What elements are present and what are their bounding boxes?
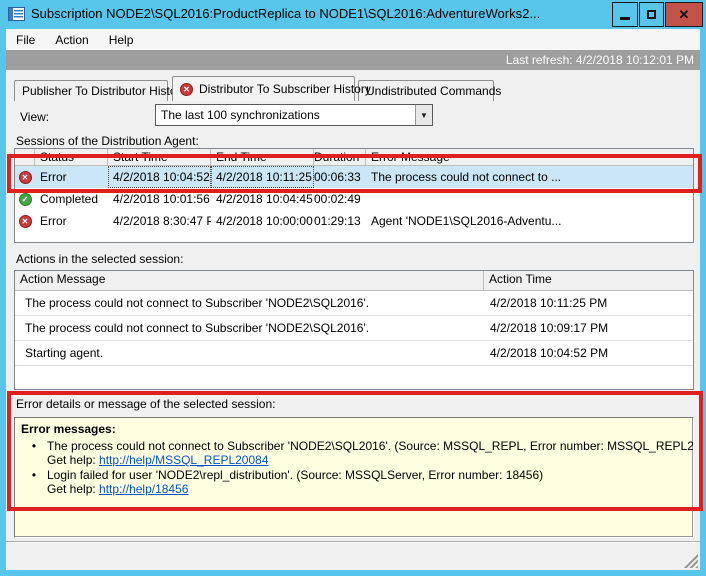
menu-file[interactable]: File — [6, 29, 45, 50]
error-message-text: Login failed for user 'NODE2\repl_distri… — [47, 468, 687, 482]
error-messages-heading: Error messages: — [21, 422, 687, 436]
action-time-cell: 4/2/2018 10:04:52 PM — [484, 346, 693, 360]
completed-icon — [19, 193, 32, 206]
content-area: Publisher To Distributor History Distrib… — [6, 70, 700, 570]
status-bar — [6, 543, 700, 570]
column-header-action-message[interactable]: Action Message — [15, 271, 484, 291]
menu-help[interactable]: Help — [99, 29, 144, 50]
close-button[interactable] — [665, 2, 703, 27]
column-header-status[interactable]: Status — [35, 149, 108, 166]
table-row[interactable]: Completed 4/2/2018 10:01:56 PM 4/2/2018 … — [15, 188, 693, 210]
bullet-icon — [21, 439, 47, 467]
table-row[interactable]: Starting agent. 4/2/2018 10:04:52 PM — [15, 341, 693, 366]
tab-label: Distributor To Subscriber History — [199, 82, 371, 96]
error-message-text: The process could not connect to Subscri… — [47, 439, 694, 453]
subscription-window: Subscription NODE2\SQL2016:ProductReplic… — [0, 0, 706, 576]
actions-header-row: Action Message Action Time — [15, 271, 693, 291]
maximize-icon — [647, 10, 656, 19]
bullet-icon — [21, 468, 47, 496]
status-cell-icon — [15, 210, 35, 232]
tab-label: Undistributed Commands — [366, 84, 501, 98]
resize-grip[interactable] — [681, 551, 698, 568]
get-help-label: Get help: — [47, 453, 96, 467]
view-dropdown[interactable]: The last 100 synchronizations — [155, 104, 433, 126]
view-label: View: — [20, 110, 49, 124]
get-help-label: Get help: — [47, 482, 96, 496]
status-cell-icon — [15, 188, 35, 210]
start-time-cell: 4/2/2018 8:30:47 PM — [108, 214, 211, 228]
view-dropdown-value: The last 100 synchronizations — [156, 108, 415, 122]
action-message-cell: The process could not connect to Subscri… — [15, 321, 484, 335]
tab-distributor-to-subscriber-history[interactable]: Distributor To Subscriber History — [172, 76, 355, 101]
status-cell: Error — [35, 214, 108, 228]
list-item: Login failed for user 'NODE2\repl_distri… — [21, 468, 687, 496]
duration-cell: 00:06:33 — [314, 170, 366, 184]
sessions-header-row: Status Start Time End Time Duration Erro… — [15, 149, 693, 166]
actions-section-label: Actions in the selected session: — [16, 252, 183, 266]
duration-cell: 01:29:13 — [314, 214, 366, 228]
window-title: Subscription NODE2\SQL2016:ProductReplic… — [31, 6, 540, 21]
title-bar: Subscription NODE2\SQL2016:ProductReplic… — [0, 0, 706, 29]
error-message-cell: The process could not connect to ... — [366, 170, 693, 184]
minimize-button[interactable] — [612, 2, 638, 27]
action-time-cell: 4/2/2018 10:11:25 PM — [484, 296, 693, 310]
help-link[interactable]: http://help/18456 — [99, 482, 188, 496]
error-details-label: Error details or message of the selected… — [16, 397, 275, 411]
table-row[interactable]: The process could not connect to Subscri… — [15, 316, 693, 341]
column-header-error-message[interactable]: Error Message — [366, 149, 693, 166]
tab-label: Publisher To Distributor History — [22, 84, 187, 98]
action-time-cell: 4/2/2018 10:09:17 PM — [484, 321, 693, 335]
sessions-section-label: Sessions of the Distribution Agent: — [16, 134, 199, 148]
chevron-down-icon[interactable] — [415, 105, 432, 125]
maximize-button[interactable] — [639, 2, 664, 27]
error-icon — [19, 215, 32, 228]
close-icon — [679, 7, 690, 23]
column-header-action-time[interactable]: Action Time — [484, 271, 693, 291]
table-row[interactable]: The process could not connect to Subscri… — [15, 291, 693, 316]
status-cell-icon — [15, 166, 35, 188]
action-message-cell: Starting agent. — [15, 346, 484, 360]
column-header-start-time[interactable]: Start Time — [108, 149, 211, 166]
tab-undistributed-commands[interactable]: Undistributed Commands — [358, 80, 494, 101]
start-time-cell: 4/2/2018 10:04:52 PM — [108, 166, 211, 188]
menu-bar: File Action Help — [6, 29, 700, 50]
end-time-cell: 4/2/2018 10:11:25 PM — [211, 166, 314, 188]
status-cell: Error — [35, 170, 108, 184]
tab-error-icon — [180, 83, 193, 96]
error-icon — [19, 171, 32, 184]
column-header-duration[interactable]: Duration — [314, 149, 366, 166]
table-row[interactable]: Error 4/2/2018 8:30:47 PM 4/2/2018 10:00… — [15, 210, 693, 232]
last-refresh-text: Last refresh: 4/2/2018 10:12:01 PM — [506, 53, 700, 67]
menu-action[interactable]: Action — [45, 29, 98, 50]
end-time-cell: 4/2/2018 10:00:00 PM — [211, 214, 314, 228]
tab-publisher-to-distributor-history[interactable]: Publisher To Distributor History — [14, 80, 168, 101]
sessions-table: Status Start Time End Time Duration Erro… — [14, 148, 694, 243]
error-message-cell: Agent 'NODE1\SQL2016-Adventu... — [366, 214, 693, 228]
action-message-cell: The process could not connect to Subscri… — [15, 296, 484, 310]
actions-table: Action Message Action Time The process c… — [14, 270, 694, 390]
subscription-icon — [8, 7, 25, 21]
help-link[interactable]: http://help/MSSQL_REPL20084 — [99, 453, 268, 467]
column-header-end-time[interactable]: End Time — [211, 149, 314, 166]
refresh-toolbar: Last refresh: 4/2/2018 10:12:01 PM — [6, 50, 700, 70]
status-cell: Completed — [35, 192, 108, 206]
minimize-icon — [620, 17, 630, 20]
end-time-cell: 4/2/2018 10:04:45 PM — [211, 192, 314, 206]
error-details-panel: Error messages: The process could not co… — [14, 417, 694, 538]
table-row[interactable]: Error 4/2/2018 10:04:52 PM 4/2/2018 10:1… — [15, 166, 693, 188]
list-item: The process could not connect to Subscri… — [21, 439, 687, 467]
column-header-status-icon[interactable] — [15, 149, 35, 166]
duration-cell: 00:02:49 — [314, 192, 366, 206]
start-time-cell: 4/2/2018 10:01:56 PM — [108, 192, 211, 206]
